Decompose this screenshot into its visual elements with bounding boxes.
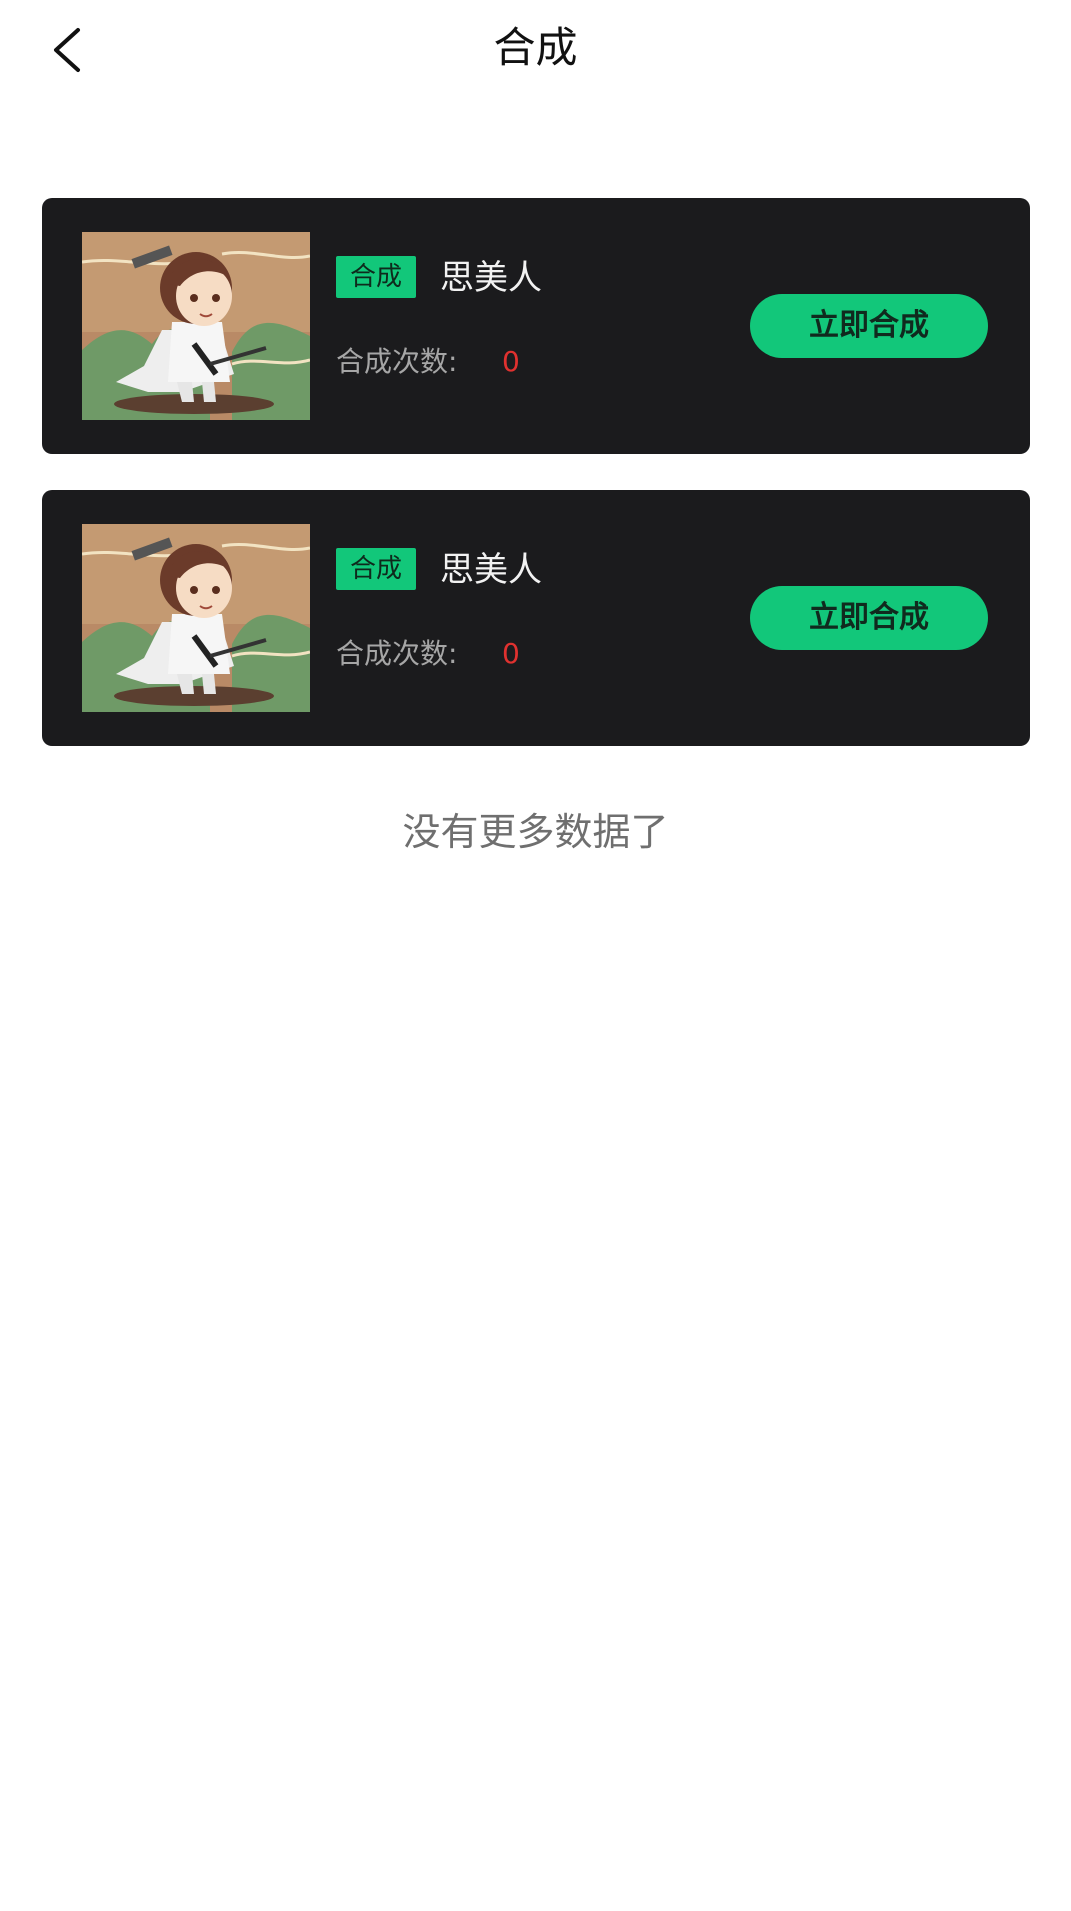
synthesis-tag: 合成: [336, 548, 417, 590]
character-image: [82, 524, 310, 712]
synthesis-tag: 合成: [336, 256, 417, 298]
synthesis-count-value: 0: [502, 345, 520, 378]
character-image: [82, 232, 310, 420]
page-title: 合成: [493, 23, 578, 72]
synthesis-count-label: 合成次数:: [336, 345, 458, 378]
synthesis-count-value: 0: [502, 637, 520, 670]
synthesis-card: 合成 思美人 合成次数: 0 立即合成: [42, 490, 1030, 746]
no-more-data-text: 没有更多数据了: [402, 810, 669, 854]
synthesize-now-button[interactable]: 立即合成: [750, 294, 988, 358]
item-name: 思美人: [440, 550, 542, 590]
synthesis-list: 合成 思美人 合成次数: 0 立即合成 合成 思美人 合成次数: 0 立即合成: [42, 198, 1030, 782]
header-bar: 合成: [0, 0, 1071, 100]
item-name: 思美人: [440, 258, 542, 298]
synthesis-count-label: 合成次数:: [336, 637, 458, 670]
synthesize-now-button[interactable]: 立即合成: [750, 586, 988, 650]
synthesis-card: 合成 思美人 合成次数: 0 立即合成: [42, 198, 1030, 454]
